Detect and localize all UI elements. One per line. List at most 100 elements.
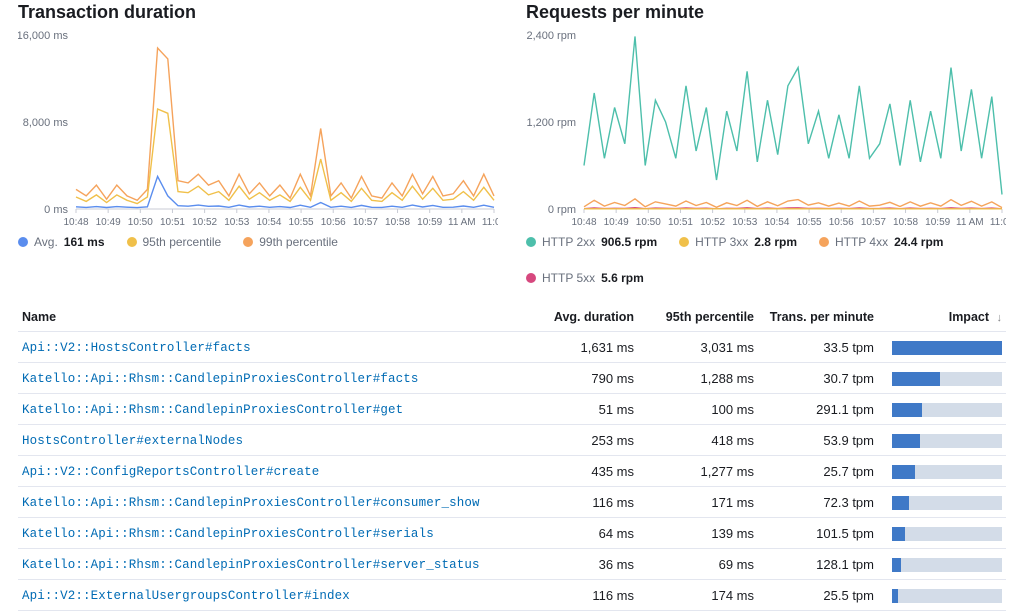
chart-transaction-duration: Transaction duration 0 ms8,000 ms16,000 … [18, 0, 498, 285]
cell-p95: 3,031 ms [638, 332, 758, 363]
impact-bar [892, 341, 1002, 355]
transaction-link[interactable]: Api::V2::ExternalUsergroupsController#in… [22, 589, 350, 603]
impact-bar [892, 372, 1002, 386]
cell-tpm: 25.5 tpm [758, 580, 878, 611]
cell-p95: 171 ms [638, 487, 758, 518]
impact-bar [892, 496, 1002, 510]
svg-text:1,200 rpm: 1,200 rpm [526, 117, 576, 129]
legend-item[interactable]: HTTP 2xx 906.5 rpm [526, 235, 657, 249]
legend-label: 99th percentile [259, 235, 338, 249]
legend-dot-icon [18, 237, 28, 247]
transaction-link[interactable]: HostsController#externalNodes [22, 434, 243, 448]
transaction-link[interactable]: Katello::Api::Rhsm::CandlepinProxiesCont… [22, 372, 419, 386]
cell-tpm: 33.5 tpm [758, 332, 878, 363]
svg-text:10:52: 10:52 [192, 217, 217, 228]
legend-dot-icon [526, 237, 536, 247]
svg-text:10:57: 10:57 [353, 217, 378, 228]
svg-text:2,400 rpm: 2,400 rpm [526, 30, 576, 42]
legend-item[interactable]: HTTP 5xx 5.6 rpm [526, 271, 644, 285]
table-row: Katello::Api::Rhsm::CandlepinProxiesCont… [18, 549, 1006, 580]
legend-label: HTTP 5xx [542, 271, 595, 285]
svg-text:10:55: 10:55 [797, 217, 822, 228]
svg-text:10:48: 10:48 [571, 217, 596, 228]
svg-text:10:56: 10:56 [321, 217, 346, 228]
transaction-link[interactable]: Katello::Api::Rhsm::CandlepinProxiesCont… [22, 527, 434, 541]
legend-item[interactable]: 99th percentile [243, 235, 338, 249]
transaction-link[interactable]: Api::V2::HostsController#facts [22, 341, 251, 355]
svg-text:11:01: 11:01 [990, 217, 1006, 228]
svg-text:11 AM: 11 AM [448, 217, 476, 228]
col-tpm[interactable]: Trans. per minute [758, 303, 878, 332]
svg-text:10:59: 10:59 [925, 217, 950, 228]
table-row: Katello::Api::Rhsm::CandlepinProxiesCont… [18, 487, 1006, 518]
transaction-link[interactable]: Katello::Api::Rhsm::CandlepinProxiesCont… [22, 558, 480, 572]
cell-tpm: 30.7 tpm [758, 363, 878, 394]
cell-p95: 418 ms [638, 425, 758, 456]
cell-avg: 435 ms [518, 456, 638, 487]
svg-text:8,000 ms: 8,000 ms [23, 117, 69, 129]
impact-bar [892, 589, 1002, 603]
table-row: Katello::Api::Rhsm::CandlepinProxiesCont… [18, 394, 1006, 425]
cell-tpm: 101.5 tpm [758, 518, 878, 549]
cell-avg: 116 ms [518, 580, 638, 611]
chart-title: Requests per minute [526, 2, 1006, 23]
legend-value: 906.5 rpm [601, 235, 657, 249]
svg-text:10:48: 10:48 [63, 217, 88, 228]
legend-item[interactable]: HTTP 3xx 2.8 rpm [679, 235, 797, 249]
cell-avg: 36 ms [518, 549, 638, 580]
svg-text:10:49: 10:49 [604, 217, 629, 228]
chart-title: Transaction duration [18, 2, 498, 23]
svg-text:10:54: 10:54 [764, 217, 789, 228]
chart-legend: Avg. 161 ms 95th percentile 99th percent… [18, 235, 498, 249]
svg-text:10:50: 10:50 [128, 217, 153, 228]
cell-p95: 1,277 ms [638, 456, 758, 487]
legend-dot-icon [679, 237, 689, 247]
svg-text:10:57: 10:57 [861, 217, 886, 228]
legend-item[interactable]: 95th percentile [127, 235, 222, 249]
col-impact[interactable]: Impact ↓ [878, 303, 1006, 332]
legend-dot-icon [243, 237, 253, 247]
cell-p95: 139 ms [638, 518, 758, 549]
legend-dot-icon [819, 237, 829, 247]
col-avg[interactable]: Avg. duration [518, 303, 638, 332]
cell-p95: 69 ms [638, 549, 758, 580]
cell-avg: 1,631 ms [518, 332, 638, 363]
cell-p95: 174 ms [638, 580, 758, 611]
legend-dot-icon [127, 237, 137, 247]
cell-avg: 253 ms [518, 425, 638, 456]
svg-text:10:51: 10:51 [160, 217, 185, 228]
col-name[interactable]: Name [18, 303, 518, 332]
legend-label: HTTP 4xx [835, 235, 888, 249]
svg-text:10:50: 10:50 [636, 217, 661, 228]
transactions-table: Name Avg. duration 95th percentile Trans… [18, 303, 1006, 611]
svg-text:11:01: 11:01 [482, 217, 498, 228]
table-row: Katello::Api::Rhsm::CandlepinProxiesCont… [18, 363, 1006, 394]
svg-text:10:49: 10:49 [96, 217, 121, 228]
legend-value: 161 ms [64, 235, 105, 249]
transaction-link[interactable]: Katello::Api::Rhsm::CandlepinProxiesCont… [22, 403, 403, 417]
legend-label: Avg. [34, 235, 58, 249]
impact-bar [892, 403, 1002, 417]
col-p95[interactable]: 95th percentile [638, 303, 758, 332]
cell-tpm: 53.9 tpm [758, 425, 878, 456]
cell-avg: 64 ms [518, 518, 638, 549]
cell-tpm: 25.7 tpm [758, 456, 878, 487]
svg-text:0 rpm: 0 rpm [548, 204, 576, 216]
table-row: Katello::Api::Rhsm::CandlepinProxiesCont… [18, 518, 1006, 549]
legend-value: 2.8 rpm [754, 235, 797, 249]
cell-p95: 1,288 ms [638, 363, 758, 394]
cell-tpm: 128.1 tpm [758, 549, 878, 580]
cell-avg: 790 ms [518, 363, 638, 394]
svg-text:10:53: 10:53 [224, 217, 249, 228]
table-row: HostsController#externalNodes 253 ms 418… [18, 425, 1006, 456]
cell-p95: 100 ms [638, 394, 758, 425]
svg-text:10:54: 10:54 [256, 217, 281, 228]
impact-bar [892, 465, 1002, 479]
table-row: Api::V2::ExternalUsergroupsController#in… [18, 580, 1006, 611]
legend-item[interactable]: HTTP 4xx 24.4 rpm [819, 235, 943, 249]
chart-legend: HTTP 2xx 906.5 rpm HTTP 3xx 2.8 rpm HTTP… [526, 235, 1006, 285]
sort-desc-icon: ↓ [997, 312, 1003, 324]
legend-item[interactable]: Avg. 161 ms [18, 235, 105, 249]
transaction-link[interactable]: Katello::Api::Rhsm::CandlepinProxiesCont… [22, 496, 480, 510]
transaction-link[interactable]: Api::V2::ConfigReportsController#create [22, 465, 319, 479]
